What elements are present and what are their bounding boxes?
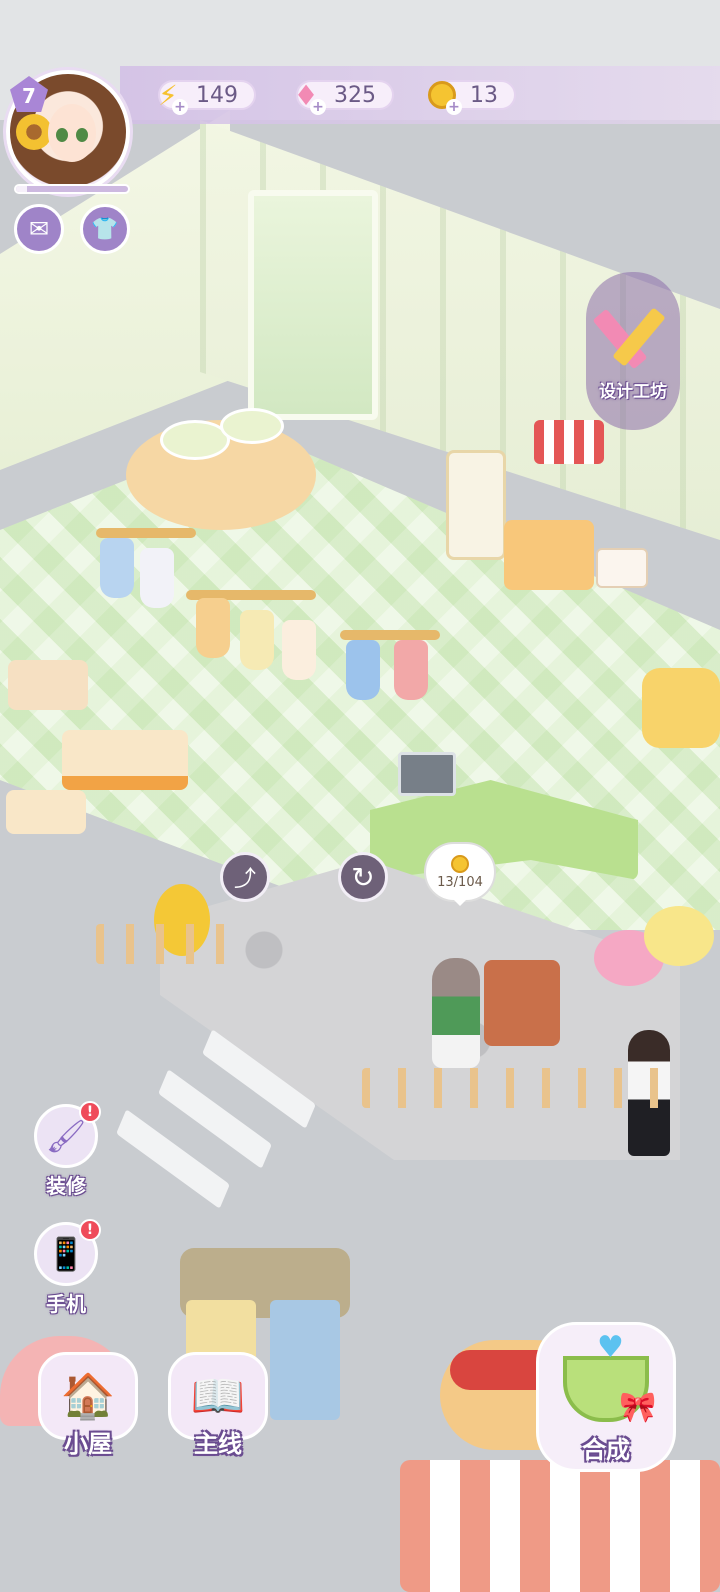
npc-girl[interactable] [432, 958, 480, 1068]
gem-resource[interactable]: ♦ + 325 [288, 77, 394, 115]
coin-icon: + [424, 77, 462, 115]
decorate-button[interactable]: 🖌 ! 装修 [24, 1101, 108, 1199]
main-story-button[interactable]: 📖 主线 [166, 1352, 270, 1470]
xp-bar [14, 184, 130, 194]
avatar-eye [56, 128, 68, 142]
sofa [642, 668, 720, 748]
clothing-rack-3 [340, 630, 440, 640]
phone-button[interactable]: 📱 ! 手机 [24, 1219, 108, 1317]
fireplace [484, 960, 560, 1046]
outfit-icon: 👕 [91, 216, 119, 242]
bow-icon: 🎀 [619, 1390, 657, 1425]
dress [282, 620, 316, 680]
awning-stall [534, 420, 604, 464]
merge-label: 合成 [582, 1436, 630, 1464]
mail-icon: ✉ [28, 215, 50, 243]
bakery-shelf [446, 450, 506, 560]
notification-badge: ! [79, 1101, 101, 1123]
plus-icon[interactable]: + [446, 99, 462, 115]
tv-cabinet [62, 730, 188, 790]
clothing-rack-1 [96, 528, 196, 538]
store-button[interactable]: ⤴ [220, 852, 270, 902]
dress [394, 640, 428, 700]
coffee-table [8, 660, 88, 710]
design-workshop-label: 设计工坊 [599, 381, 667, 402]
dress [196, 598, 230, 658]
brush-icon: 🖌 ! [34, 1101, 101, 1168]
coin-counter-text: 13/104 [437, 874, 483, 890]
dining-table-2 [220, 408, 284, 444]
cottage-button[interactable]: 🏠 小屋 [36, 1352, 140, 1470]
microwave [596, 548, 648, 588]
tv [398, 752, 456, 796]
cottage-label: 小屋 [64, 1430, 112, 1458]
yellow-shrub [644, 906, 714, 966]
decorate-label: 装修 [46, 1174, 86, 1198]
side-table [6, 790, 86, 834]
fence-front [362, 1068, 682, 1108]
pencil-ruler-icon [592, 301, 666, 373]
rotate-button[interactable]: ↻ [338, 852, 388, 902]
kitchen-counter [504, 520, 594, 590]
outfit-button[interactable]: 👕 [80, 204, 130, 254]
stand-awning [400, 1460, 720, 1592]
xp-bar-fill [16, 186, 28, 192]
main-story-label: 主线 [194, 1430, 242, 1458]
fence-left [96, 924, 236, 964]
coin-icon [451, 854, 469, 873]
plus-icon[interactable]: + [310, 99, 326, 115]
sunflower-icon [16, 114, 52, 150]
avatar-face [48, 104, 96, 162]
dress [240, 610, 274, 670]
notification-badge: ! [79, 1219, 101, 1241]
rotate-icon: ↻ [351, 860, 375, 894]
energy-resource[interactable]: ⚡ + 149 [150, 77, 256, 115]
merge-button[interactable]: ♥ 🎀 合成 [536, 1322, 676, 1472]
coin-resource[interactable]: + 13 [424, 77, 516, 115]
store-icon: ⤴ [233, 867, 256, 892]
dress [346, 640, 380, 700]
coin-counter-bubble[interactable]: 13/104 [424, 842, 496, 906]
design-workshop-button[interactable]: 设计工坊 [586, 272, 680, 430]
trash-bin-blue [270, 1300, 340, 1420]
teacup-icon: ♥ 🎀 [563, 1330, 656, 1425]
phone-label: 手机 [46, 1292, 86, 1316]
avatar-eye [76, 128, 88, 142]
mail-button[interactable]: ✉ [14, 204, 64, 254]
room-window [248, 190, 378, 420]
lightning-icon: ⚡ + [150, 77, 188, 115]
dress [100, 538, 134, 598]
heart-icon: ♥ [597, 1330, 624, 1365]
dress [140, 548, 174, 608]
gem-icon: ♦ + [288, 77, 326, 115]
plus-icon[interactable]: + [172, 99, 188, 115]
phone-icon: 📱 ! [34, 1219, 101, 1286]
